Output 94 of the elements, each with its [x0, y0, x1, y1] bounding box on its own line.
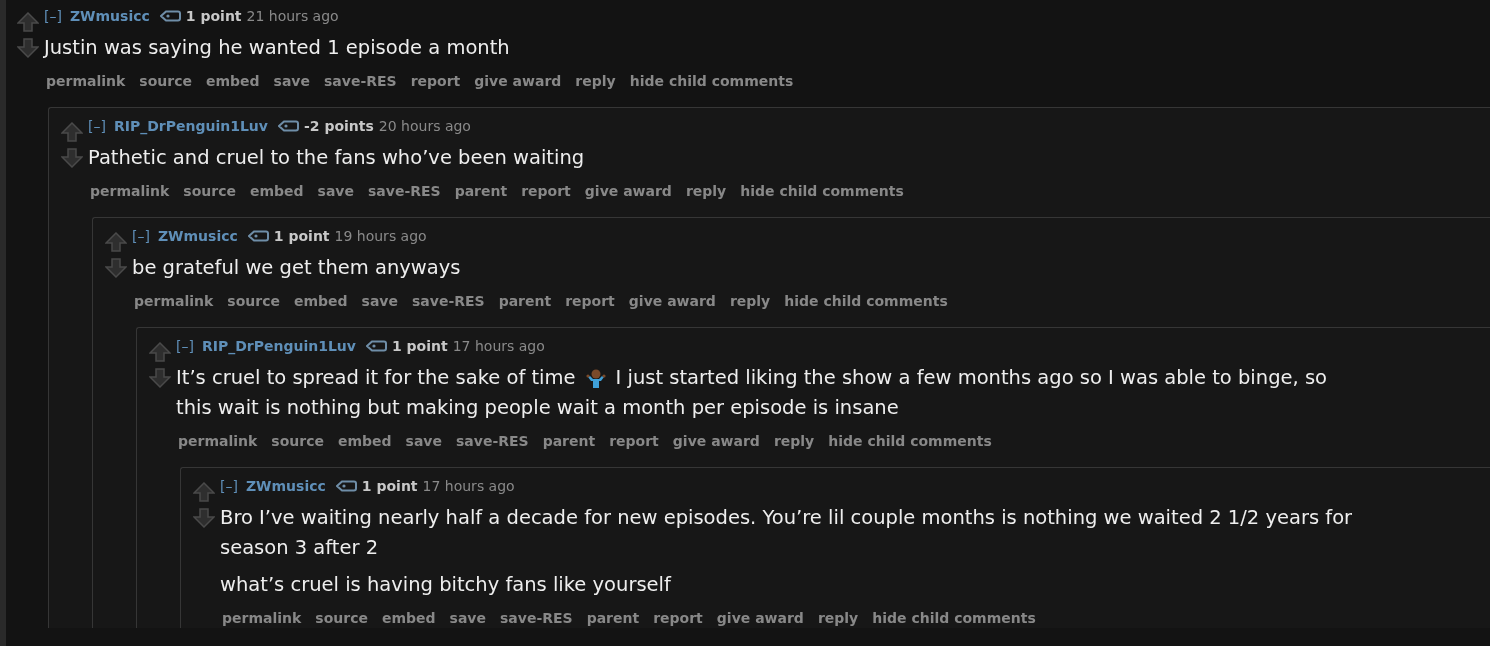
action-link[interactable]: reply — [685, 183, 727, 199]
score-text: 1 point — [391, 338, 448, 354]
action-link[interactable]: source — [315, 610, 368, 626]
upvote-arrow-icon[interactable] — [149, 342, 171, 362]
username-link[interactable]: ZWmusicc — [157, 228, 238, 244]
action-link[interactable]: reply — [817, 610, 859, 626]
score-text: 1 point — [273, 228, 330, 244]
action-link[interactable]: reply — [773, 433, 815, 449]
tag-icon — [335, 480, 358, 492]
action-link[interactable]: give award — [628, 293, 716, 309]
tag-icon — [277, 120, 300, 132]
action-link[interactable]: save — [273, 73, 310, 89]
action-link[interactable]: save-RES — [412, 293, 485, 309]
action-link[interactable]: parent — [586, 610, 640, 626]
action-link[interactable]: permalink — [46, 73, 126, 89]
action-link[interactable]: permalink — [134, 293, 214, 309]
comment-text: Justin was saying he wanted 1 episode a month — [44, 35, 510, 61]
username-link[interactable]: RIP_DrPenguin1Luv — [201, 338, 356, 354]
action-link[interactable]: hide child comments — [872, 610, 1036, 626]
username-link[interactable]: RIP_DrPenguin1Luv — [113, 118, 268, 134]
action-link[interactable]: hide child comments — [784, 293, 948, 309]
comment-text: Bro I’ve waiting nearly half a decade for new episodes. You’re lil couple months is nothing we waited 2 1/2 years for — [220, 505, 1353, 531]
username-link[interactable]: ZWmusicc — [69, 8, 150, 24]
action-link[interactable]: save — [317, 183, 354, 199]
action-link[interactable]: give award — [716, 610, 804, 626]
comment-text: Pathetic and cruel to the fans who’ve been waiting — [88, 145, 585, 171]
downvote-arrow-icon[interactable] — [193, 508, 215, 528]
action-link[interactable]: give award — [474, 73, 562, 89]
tag-icon — [365, 340, 388, 352]
action-link[interactable]: parent — [542, 433, 596, 449]
action-link[interactable]: hide child comments — [740, 183, 904, 199]
action-link[interactable]: embed — [381, 610, 436, 626]
action-link[interactable]: report — [410, 73, 461, 89]
action-link[interactable]: report — [565, 293, 615, 309]
collapse-toggle[interactable]: [–] — [132, 228, 150, 244]
action-link[interactable]: save-RES — [324, 73, 397, 89]
action-link[interactable]: give award — [672, 433, 760, 449]
action-link[interactable]: save-RES — [500, 610, 573, 626]
downvote-arrow-icon[interactable] — [17, 38, 39, 58]
collapse-toggle[interactable]: [–] — [88, 118, 106, 134]
downvote-arrow-icon[interactable] — [61, 148, 83, 168]
score-text: -2 points — [303, 118, 374, 134]
collapse-toggle[interactable]: [–] — [44, 8, 62, 24]
action-link[interactable]: reply — [575, 73, 616, 89]
upvote-arrow-icon[interactable] — [193, 482, 215, 502]
action-link[interactable]: embed — [249, 183, 304, 199]
collapse-toggle[interactable]: [–] — [220, 478, 238, 494]
action-link[interactable]: hide child comments — [828, 433, 992, 449]
downvote-arrow-icon[interactable] — [149, 368, 171, 388]
comment-text: be grateful we get them anyways — [132, 255, 461, 281]
action-link[interactable]: permalink — [178, 433, 258, 449]
action-link[interactable]: embed — [293, 293, 348, 309]
tag-icon — [247, 230, 270, 242]
action-link[interactable]: report — [521, 183, 571, 199]
action-link[interactable]: save-RES — [368, 183, 441, 199]
comment-text: what’s cruel is having bitchy fans like yourself — [220, 572, 671, 598]
timestamp: 20 hours ago — [378, 118, 471, 134]
action-link[interactable]: source — [139, 73, 192, 89]
tag-icon — [159, 10, 182, 22]
action-link[interactable]: save-RES — [456, 433, 529, 449]
action-link[interactable]: permalink — [222, 610, 302, 626]
shrug-person-icon — [584, 367, 607, 389]
comment-text: season 3 after 2 — [220, 535, 379, 561]
username-link[interactable]: ZWmusicc — [245, 478, 326, 494]
upvote-arrow-icon[interactable] — [17, 12, 39, 32]
action-link[interactable]: source — [271, 433, 324, 449]
action-link[interactable]: embed — [337, 433, 392, 449]
action-link[interactable]: reply — [729, 293, 771, 309]
action-link[interactable]: parent — [454, 183, 508, 199]
action-link[interactable]: embed — [205, 73, 260, 89]
timestamp: 17 hours ago — [422, 478, 515, 494]
upvote-arrow-icon[interactable] — [61, 122, 83, 142]
timestamp: 21 hours ago — [246, 8, 339, 24]
upvote-arrow-icon[interactable] — [105, 232, 127, 252]
downvote-arrow-icon[interactable] — [105, 258, 127, 278]
action-link[interactable]: parent — [498, 293, 552, 309]
action-link[interactable]: save — [361, 293, 398, 309]
action-link[interactable]: save — [405, 433, 442, 449]
action-link[interactable]: permalink — [90, 183, 170, 199]
action-link[interactable]: report — [653, 610, 703, 626]
action-link[interactable]: report — [609, 433, 659, 449]
comment-text: this wait is nothing but making people wait a month per episode is insane — [176, 395, 899, 421]
comment-text: It’s cruel to spread it for the sake of time — [176, 365, 576, 391]
score-text: 1 point — [185, 8, 242, 24]
collapse-toggle[interactable]: [–] — [176, 338, 194, 354]
action-link[interactable]: source — [227, 293, 280, 309]
action-link[interactable]: give award — [584, 183, 672, 199]
score-text: 1 point — [361, 478, 418, 494]
timestamp: 19 hours ago — [334, 228, 427, 244]
action-link[interactable]: save — [449, 610, 486, 626]
action-link[interactable]: source — [183, 183, 236, 199]
comment-text: I just started liking the show a few months ago so I was able to binge, so — [615, 365, 1327, 391]
timestamp: 17 hours ago — [452, 338, 545, 354]
action-link[interactable]: hide child comments — [629, 73, 794, 89]
